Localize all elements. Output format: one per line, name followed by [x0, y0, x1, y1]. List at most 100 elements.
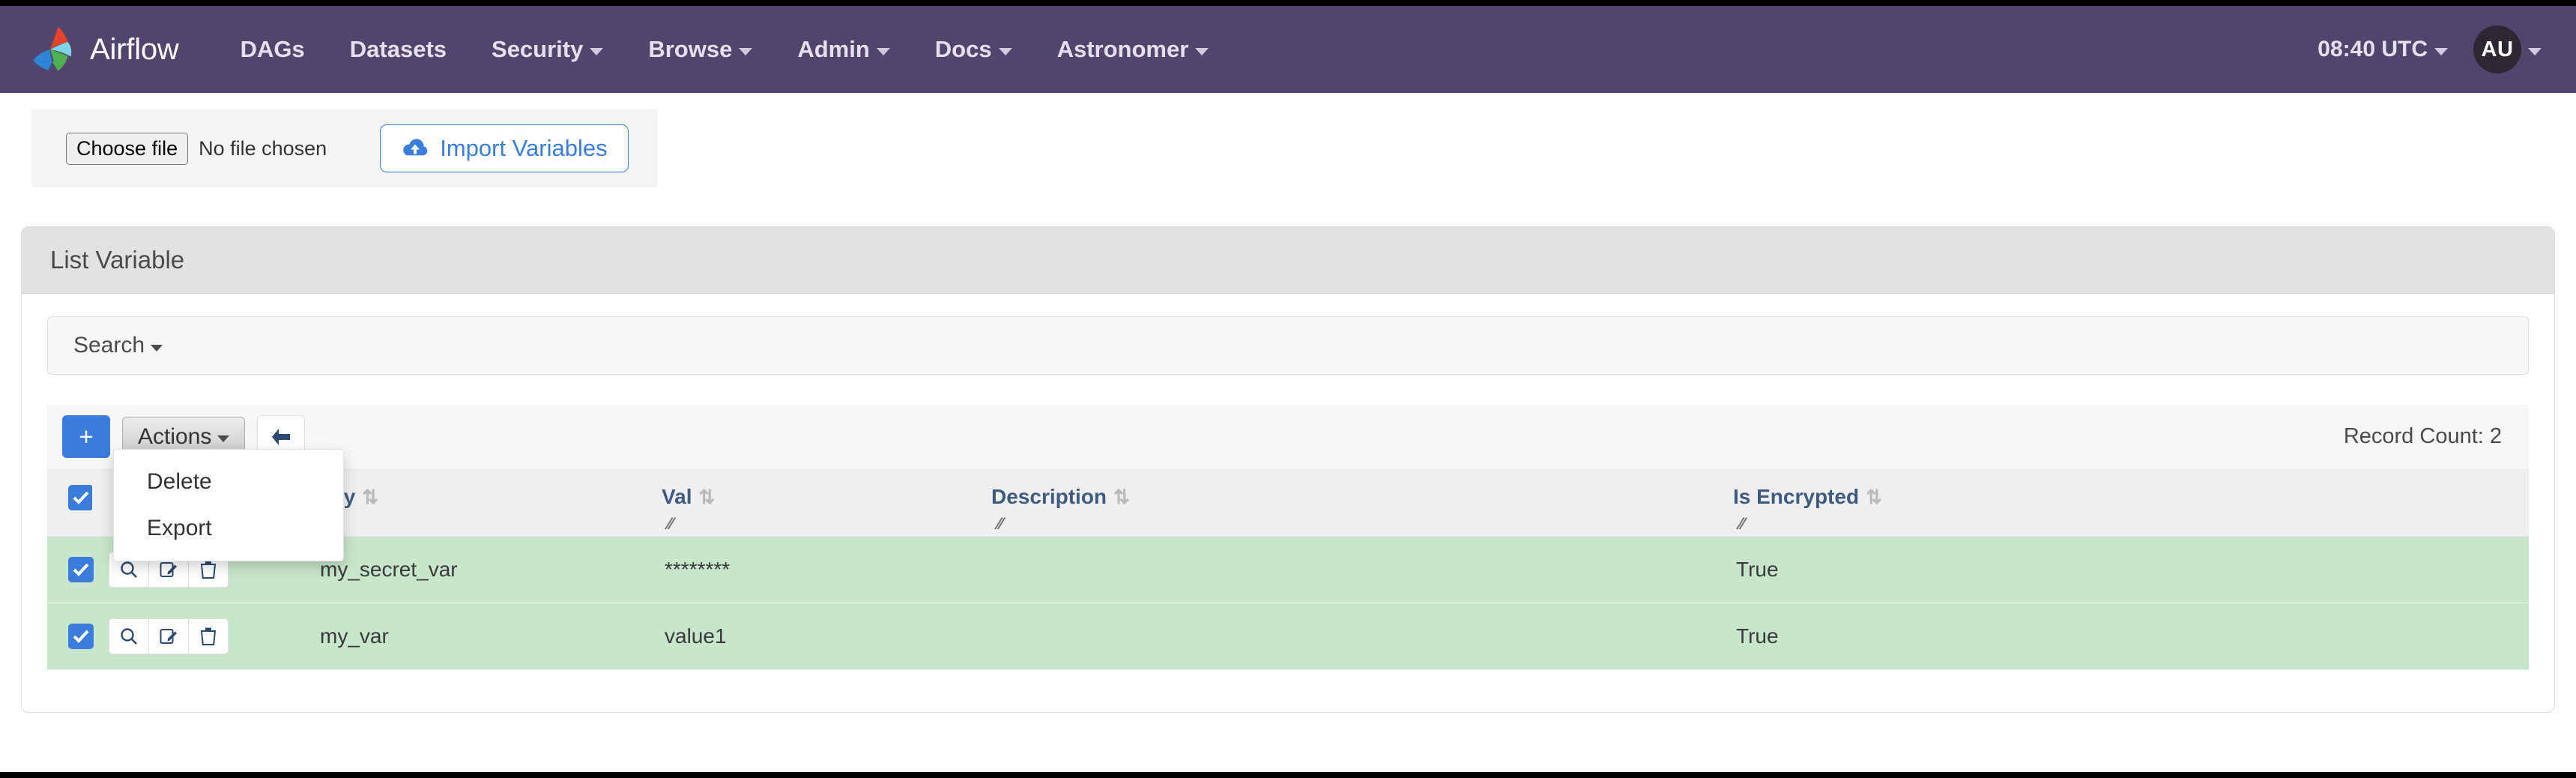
timezone-selector[interactable]: 08:40 UTC	[2318, 37, 2448, 62]
nav-item-browse[interactable]: Browse	[626, 36, 775, 63]
header-description-label: Description	[991, 485, 1107, 509]
nav-item-security[interactable]: Security	[469, 36, 626, 63]
variables-table-wrapper: Key ⇅ ⁄⁄ Val ⇅ ⁄⁄	[47, 468, 2529, 670]
arrow-left-icon	[269, 426, 293, 447]
row-select-cell	[47, 537, 92, 603]
row-val-value: value1	[662, 624, 727, 648]
header-is-encrypted-label: Is Encrypted	[1733, 485, 1859, 509]
sort-icon[interactable]: ⇅	[1113, 487, 1130, 507]
column-resize-handle[interactable]: ⁄⁄	[668, 516, 687, 532]
choose-file-button[interactable]: Choose file	[66, 133, 188, 165]
row-checkbox[interactable]	[68, 624, 94, 649]
list-variable-card: List Variable Search + Actions	[21, 226, 2555, 713]
search-label: Search	[73, 333, 145, 358]
row-checkbox[interactable]	[68, 557, 94, 582]
row-description-cell	[991, 537, 1733, 603]
nav-item-admin-label: Admin	[797, 36, 869, 63]
add-record-button[interactable]: +	[62, 415, 110, 458]
header-select-all	[47, 468, 92, 537]
row-val-cell: ********	[662, 537, 991, 603]
table-row: my_var value1 True	[47, 603, 2529, 670]
clock-label: 08:40 UTC	[2318, 37, 2428, 62]
show-icon[interactable]	[109, 618, 149, 654]
chevron-down-icon	[217, 435, 229, 442]
top-navbar: Airflow DAGs Datasets Security Browse Ad…	[0, 6, 2576, 93]
row-key-cell: my_var	[317, 603, 662, 670]
card-body: Search + Actions Record Count: 2	[22, 294, 2554, 712]
file-upload-field[interactable]: Choose file No file chosen	[66, 133, 327, 165]
actions-label: Actions	[138, 424, 211, 450]
column-resize-handle[interactable]: ⁄⁄	[1739, 516, 1759, 532]
nav-item-browse-label: Browse	[648, 36, 732, 63]
edit-icon[interactable]	[148, 618, 189, 654]
row-key-cell: my_secret_var	[317, 537, 662, 603]
navbar-right: 08:40 UTC AU	[2318, 25, 2542, 73]
brand-label: Airflow	[90, 33, 179, 67]
header-val[interactable]: Val ⇅ ⁄⁄	[662, 468, 991, 537]
nav-item-dags[interactable]: DAGs	[218, 36, 327, 63]
airflow-logo-icon	[30, 22, 84, 76]
nav-item-astronomer-label: Astronomer	[1057, 36, 1189, 63]
chevron-down-icon	[2528, 48, 2542, 55]
row-select-cell	[47, 603, 92, 670]
nav-item-admin[interactable]: Admin	[775, 36, 912, 63]
header-key[interactable]: Key ⇅ ⁄⁄	[317, 468, 662, 537]
row-key-value: my_var	[317, 624, 389, 648]
chevron-down-icon	[2434, 48, 2448, 55]
sort-icon[interactable]: ⇅	[1866, 487, 1882, 507]
search-dropdown-toggle[interactable]: Search	[73, 333, 163, 358]
import-variables-panel: Choose file No file chosen Import Variab…	[31, 109, 657, 187]
actions-menu-item-delete[interactable]: Delete	[114, 459, 343, 505]
delete-icon[interactable]	[188, 618, 229, 654]
column-resize-handle[interactable]: ⁄⁄	[997, 516, 1017, 532]
page-title: List Variable	[50, 246, 2526, 274]
nav-links: DAGs Datasets Security Browse Admin Docs	[218, 36, 1232, 63]
chevron-down-icon	[1195, 48, 1209, 55]
nav-item-datasets[interactable]: Datasets	[327, 36, 469, 63]
list-toolbar: + Actions Record Count: 2 Delete Export	[47, 405, 2529, 468]
chevron-down-icon	[999, 48, 1012, 55]
import-variables-button[interactable]: Import Variables	[380, 124, 628, 172]
nav-item-docs-label: Docs	[935, 36, 992, 63]
search-bar[interactable]: Search	[47, 316, 2529, 375]
row-val-value: ********	[662, 558, 730, 581]
header-is-encrypted[interactable]: Is Encrypted ⇅ ⁄⁄	[1733, 468, 2529, 537]
actions-menu-item-export[interactable]: Export	[114, 505, 343, 552]
avatar: AU	[2473, 25, 2521, 73]
row-description-value	[991, 558, 994, 581]
card-header: List Variable	[22, 227, 2554, 294]
table-row: my_secret_var ******** True	[47, 537, 2529, 603]
row-description-value	[991, 624, 994, 648]
row-val-cell: value1	[662, 603, 991, 670]
table-header-row: Key ⇅ ⁄⁄ Val ⇅ ⁄⁄	[47, 468, 2529, 537]
record-count: Record Count: 2	[2344, 424, 2509, 449]
variables-table: Key ⇅ ⁄⁄ Val ⇅ ⁄⁄	[47, 468, 2529, 670]
row-is-encrypted-cell: True	[1733, 603, 2529, 670]
nav-item-astronomer[interactable]: Astronomer	[1035, 36, 1232, 63]
row-actions-cell	[92, 603, 317, 670]
sort-icon[interactable]: ⇅	[362, 487, 378, 507]
import-variables-label: Import Variables	[440, 135, 607, 162]
chevron-down-icon	[151, 345, 163, 352]
table-body: my_secret_var ******** True	[47, 537, 2529, 670]
nav-item-dags-label: DAGs	[241, 36, 305, 63]
file-status-label: No file chosen	[199, 137, 327, 160]
header-val-label: Val	[662, 485, 692, 509]
chevron-down-icon	[590, 48, 603, 55]
table-head: Key ⇅ ⁄⁄ Val ⇅ ⁄⁄	[47, 468, 2529, 537]
row-action-group	[109, 618, 229, 654]
cloud-upload-icon	[401, 138, 429, 159]
user-menu[interactable]: AU	[2473, 25, 2542, 73]
nav-item-datasets-label: Datasets	[350, 36, 447, 63]
brand[interactable]: Airflow	[30, 22, 179, 76]
app-screen: Airflow DAGs Datasets Security Browse Ad…	[0, 6, 2576, 772]
nav-item-security-label: Security	[492, 36, 583, 63]
actions-dropdown-menu: Delete Export	[113, 449, 344, 561]
row-is-encrypted-cell: True	[1733, 537, 2529, 603]
select-all-checkbox[interactable]	[68, 485, 94, 510]
sort-icon[interactable]: ⇅	[698, 487, 715, 507]
row-is-encrypted-value: True	[1733, 558, 1779, 581]
header-description[interactable]: Description ⇅ ⁄⁄	[991, 468, 1733, 537]
chevron-down-icon	[877, 48, 890, 55]
nav-item-docs[interactable]: Docs	[913, 36, 1035, 63]
